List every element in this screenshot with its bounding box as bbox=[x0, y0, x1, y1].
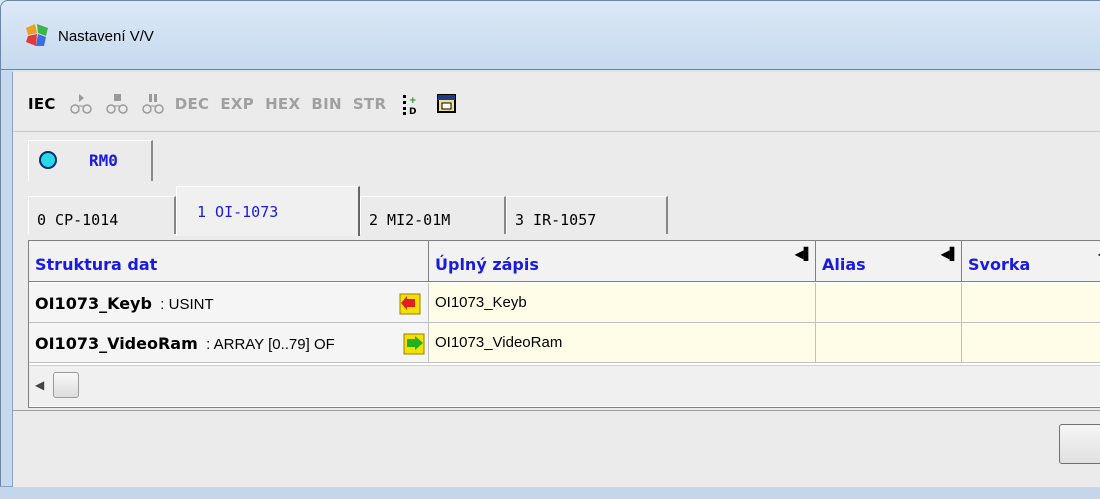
header-svorka[interactable]: Svorka◀ bbox=[962, 241, 1100, 282]
header-uplny-zapis[interactable]: Úplný zápis ◀▌ bbox=[429, 241, 816, 282]
svg-text:+: + bbox=[409, 96, 417, 106]
status-button[interactable] bbox=[1059, 424, 1100, 464]
cell-full-name[interactable]: OI1073_Keyb bbox=[429, 283, 816, 323]
pause-icon[interactable] bbox=[139, 91, 167, 117]
header-svorka-label: Svorka bbox=[968, 255, 1031, 274]
tab-oi-1073[interactable]: 1 OI-1073 bbox=[176, 186, 360, 236]
variable-type: : ARRAY [0..79] OF bbox=[206, 336, 335, 353]
window-title: Nastavení V/V bbox=[58, 28, 154, 45]
str-button[interactable]: STR bbox=[353, 95, 387, 113]
cell-terminal[interactable] bbox=[962, 323, 1100, 363]
bin-button[interactable]: BIN bbox=[311, 95, 341, 113]
cell-terminal[interactable] bbox=[962, 283, 1100, 323]
color-puzzle-icon bbox=[26, 24, 48, 46]
variable-type: : USINT bbox=[160, 296, 214, 313]
tab-mi2-01m[interactable]: 2 MI2-01M bbox=[360, 196, 506, 234]
status-bar bbox=[13, 410, 1100, 487]
dec-button[interactable]: DEC bbox=[175, 95, 210, 113]
column-resize-icon[interactable]: ◀▌ bbox=[941, 247, 959, 261]
hex-button[interactable]: HEX bbox=[265, 95, 300, 113]
window: Nastavení V/V IEC DEC EXP HEX BIN STR + D… bbox=[0, 0, 1100, 499]
cell-structure: OI1073_VideoRam : ARRAY [0..79] OF bbox=[29, 323, 429, 363]
tab-ir-1057[interactable]: 3 IR-1057 bbox=[506, 196, 668, 234]
toolbar: IEC DEC EXP HEX BIN STR + D bbox=[28, 88, 469, 120]
horizontal-scrollbar[interactable]: ◀ bbox=[29, 365, 1100, 406]
header-alias-label: Alias bbox=[822, 255, 866, 274]
table-row[interactable]: OI1073_VideoRam : ARRAY [0..79] OF OI107… bbox=[29, 323, 1100, 363]
insert-id-icon[interactable]: + D bbox=[397, 91, 425, 117]
status-circle-icon bbox=[39, 151, 57, 169]
stop-icon[interactable] bbox=[103, 91, 131, 117]
input-arrow-icon bbox=[399, 293, 421, 315]
tab-cp-1014[interactable]: 0 CP-1014 bbox=[28, 196, 176, 234]
cell-full-name[interactable]: OI1073_VideoRam bbox=[429, 323, 816, 363]
window-frame-bottom bbox=[0, 486, 1100, 499]
scroll-left-arrow-icon[interactable]: ◀ bbox=[35, 378, 44, 392]
window-icon[interactable] bbox=[433, 91, 461, 117]
scrollbar-thumb[interactable] bbox=[53, 372, 79, 398]
run-icon[interactable] bbox=[67, 91, 95, 117]
header-uplny-zapis-label: Úplný zápis bbox=[435, 255, 539, 274]
variable-name: OI1073_VideoRam bbox=[35, 334, 198, 353]
table-row[interactable]: OI1073_Keyb : USINT OI1073_Keyb bbox=[29, 283, 1100, 323]
header-struktura-label: Struktura dat bbox=[35, 255, 158, 274]
iec-button[interactable]: IEC bbox=[28, 95, 56, 113]
tab-rm0[interactable]: RM0 bbox=[28, 140, 153, 181]
title-bar[interactable] bbox=[0, 0, 1100, 70]
column-resize-icon[interactable]: ◀▌ bbox=[795, 247, 813, 261]
data-grid: Struktura dat Úplný zápis ◀▌ Alias ◀▌ Svor… bbox=[28, 240, 1100, 408]
cell-alias[interactable] bbox=[816, 323, 962, 363]
header-alias[interactable]: Alias ◀▌ bbox=[816, 241, 962, 282]
output-arrow-icon bbox=[403, 333, 425, 355]
rm-tab-label: RM0 bbox=[89, 151, 118, 170]
variable-name: OI1073_Keyb bbox=[35, 294, 152, 313]
cell-alias[interactable] bbox=[816, 283, 962, 323]
exp-button[interactable]: EXP bbox=[220, 95, 254, 113]
cell-structure: OI1073_Keyb : USINT bbox=[29, 283, 429, 323]
header-struktura[interactable]: Struktura dat bbox=[29, 241, 429, 282]
toolbar-separator bbox=[13, 131, 1100, 132]
svg-text:D: D bbox=[409, 107, 416, 116]
